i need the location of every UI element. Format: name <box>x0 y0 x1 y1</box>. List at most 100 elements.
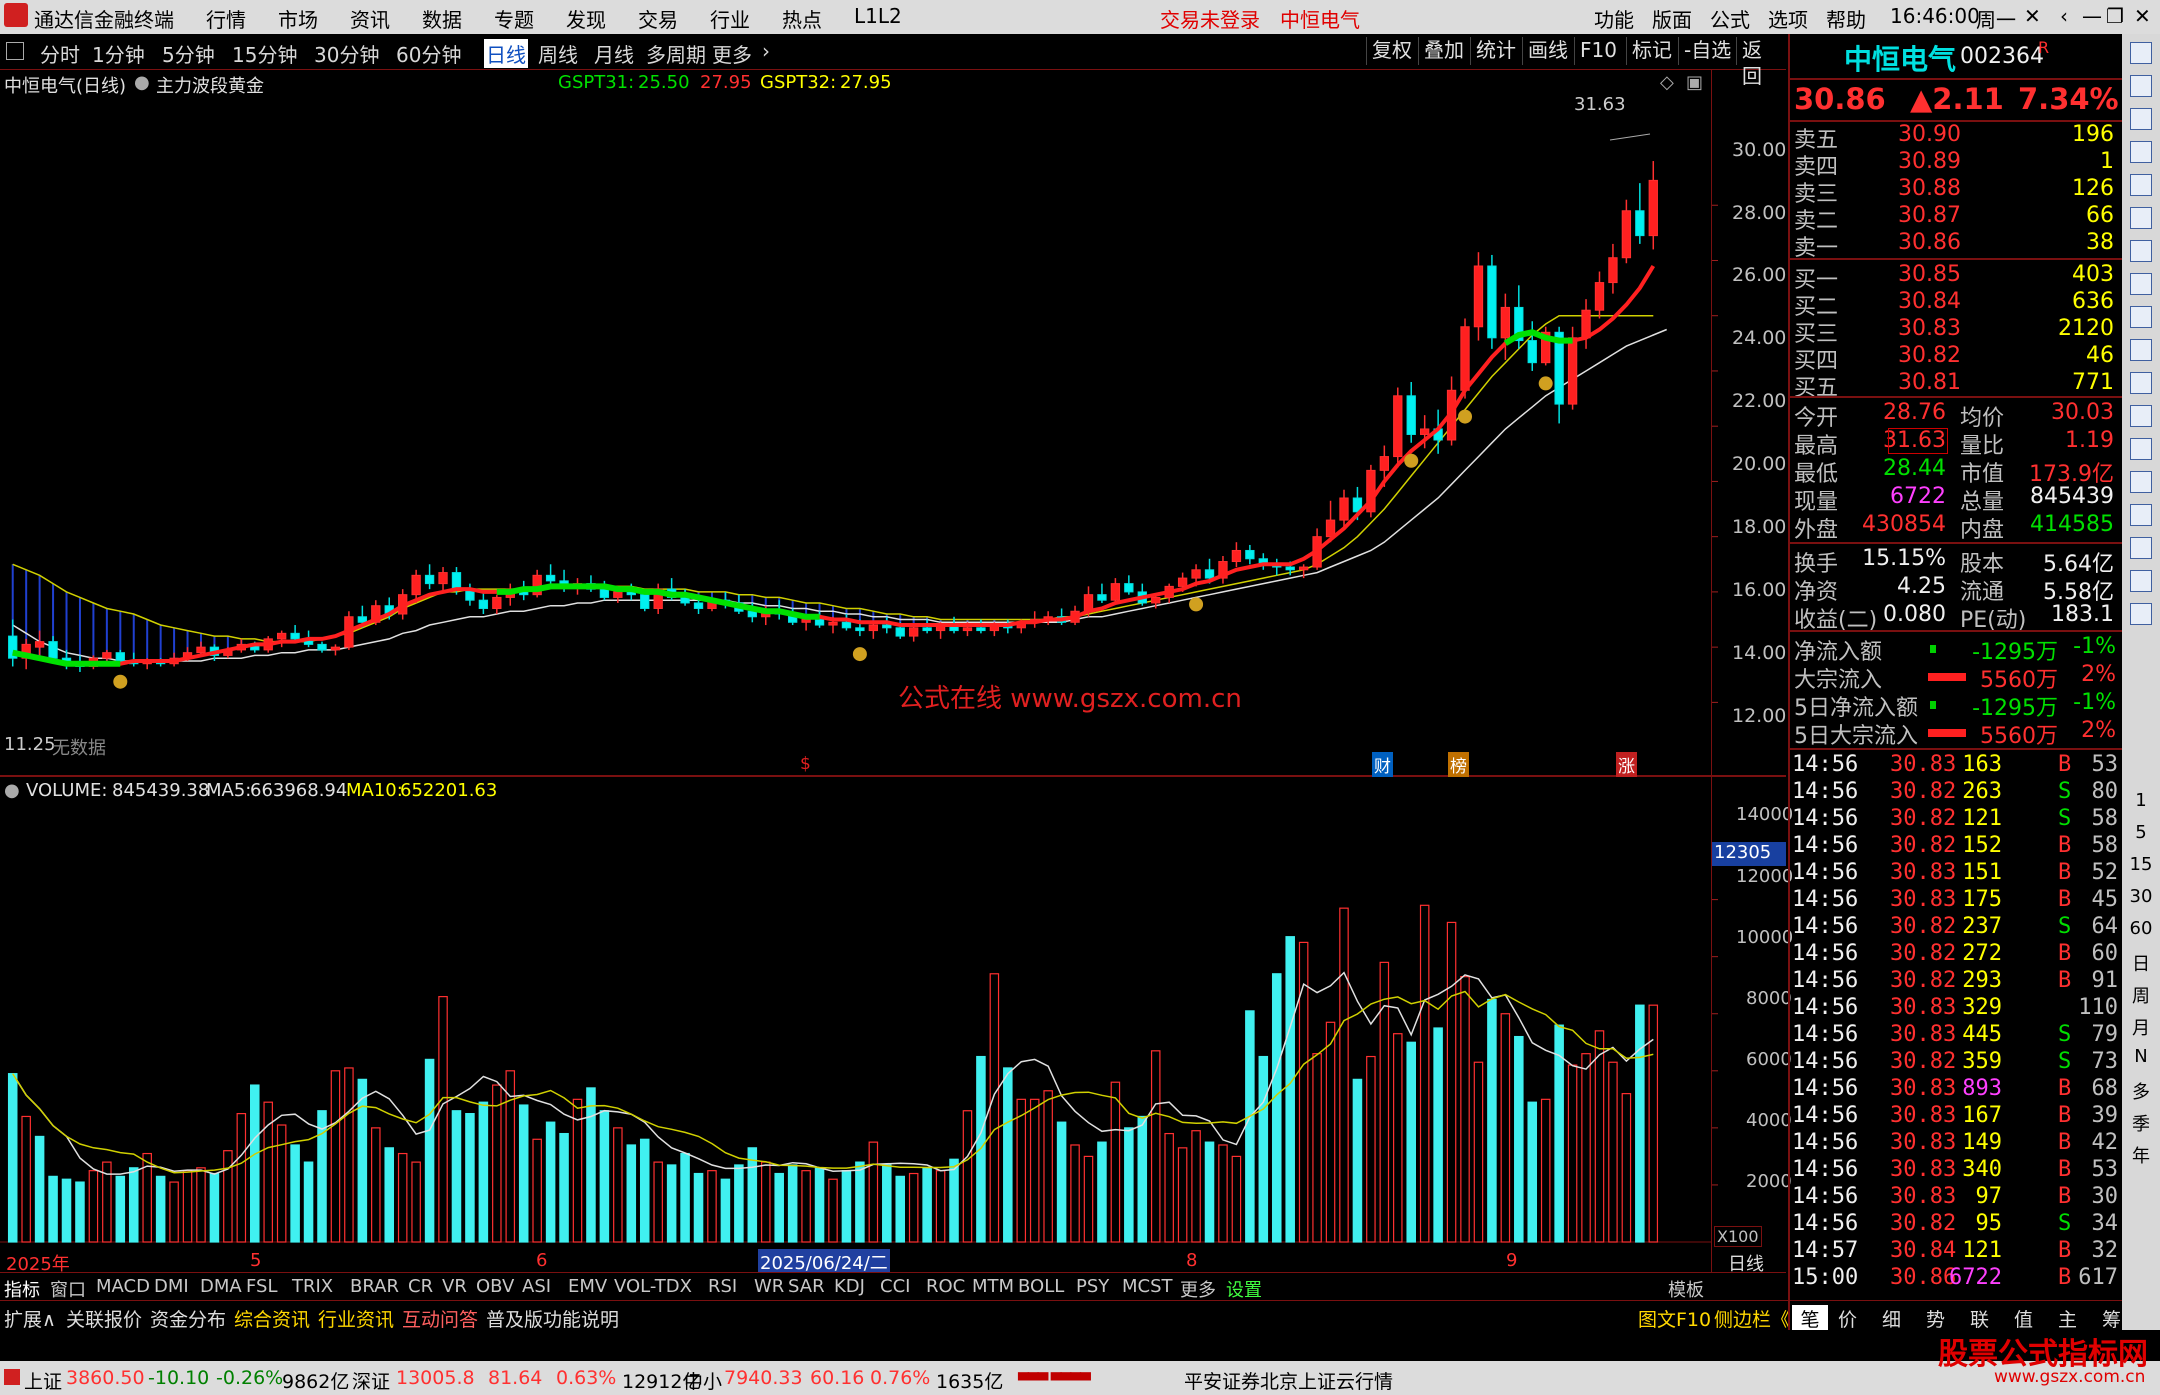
side-period-9[interactable]: 多 <box>2122 1078 2160 1104</box>
list-icon[interactable] <box>2130 174 2152 196</box>
indicator-tab[interactable]: KDJ <box>834 1276 865 1297</box>
tab-expand[interactable]: 扩展∧ <box>4 1305 56 1332</box>
menu-gongneng[interactable]: 功能 <box>1594 4 1634 33</box>
side-period-10[interactable]: 季 <box>2122 1110 2160 1136</box>
indicator-tab[interactable]: RSI <box>708 1276 737 1297</box>
kline-chart[interactable] <box>0 70 1786 1272</box>
close-small-icon[interactable]: ✕ <box>2024 4 2041 28</box>
period-1min[interactable]: 1分钟 <box>92 39 145 68</box>
period-daily[interactable]: 日线 <box>484 39 528 68</box>
marker-zhang[interactable]: 涨 <box>1616 752 1637 777</box>
period-60min[interactable]: 60分钟 <box>396 39 461 68</box>
chart-icon[interactable] <box>2130 108 2152 130</box>
side-period-0[interactable]: 1 <box>2122 790 2160 811</box>
chevron-right-icon[interactable]: › <box>762 39 770 63</box>
indicator-tab[interactable]: CCI <box>880 1276 910 1297</box>
side-period-2[interactable]: 15 <box>2122 854 2160 875</box>
toolbar-f10[interactable]: F10 <box>1574 37 1622 65</box>
indicator-tab[interactable]: VR <box>442 1276 467 1297</box>
buy-marker[interactable] <box>113 674 128 689</box>
period-fenshi[interactable]: 分时 <box>40 39 80 68</box>
period-30min[interactable]: 30分钟 <box>314 39 379 68</box>
tab-sidebar[interactable]: 侧边栏《 <box>1714 1305 1790 1332</box>
buy-marker[interactable] <box>1404 453 1419 468</box>
menu-bangzhu[interactable]: 帮助 <box>1826 4 1866 33</box>
indicator-tab[interactable]: VOL-TDX <box>614 1276 692 1297</box>
circle-icon[interactable] <box>2130 405 2152 427</box>
marker-bang[interactable]: 榜 <box>1448 752 1469 777</box>
f2-icon[interactable] <box>2130 372 2152 394</box>
menu-zixun[interactable]: 资讯 <box>350 4 390 33</box>
menu-jiaoyi[interactable]: 交易 <box>638 4 678 33</box>
indicator-tab[interactable]: ROC <box>926 1276 965 1297</box>
line-icon[interactable] <box>2130 207 2152 229</box>
back-arrow-icon[interactable]: ‹ <box>2060 4 2068 28</box>
indicator-tab[interactable]: 窗口 <box>50 1276 86 1302</box>
menu-shichang[interactable]: 市场 <box>278 4 318 33</box>
side-period-8[interactable]: N <box>2122 1046 2160 1067</box>
tab-f10[interactable]: 图文F10 <box>1638 1305 1711 1332</box>
bar-icon[interactable] <box>2130 240 2152 262</box>
buy-marker[interactable] <box>1189 597 1204 612</box>
indicator-tab[interactable]: CR <box>408 1276 433 1297</box>
broker-name[interactable]: 平安证券北京上证云行情 <box>1184 1367 1393 1394</box>
indicator-tab[interactable]: OBV <box>476 1276 514 1297</box>
indicator-tab[interactable]: 设置 <box>1226 1276 1262 1302</box>
side-period-1[interactable]: 5 <box>2122 822 2160 843</box>
menu-l1l2[interactable]: L1L2 <box>854 4 902 28</box>
panel-toggle-icon[interactable] <box>6 42 24 60</box>
toolbar-tongji[interactable]: 统计 <box>1470 37 1521 65</box>
restore-icon[interactable]: ❐ <box>2106 4 2124 28</box>
indicator-tab[interactable]: MACD <box>96 1276 150 1297</box>
menu-zhuanti[interactable]: 专题 <box>494 4 534 33</box>
indicator-tab[interactable]: ASI <box>522 1276 551 1297</box>
tab-fund-distribution[interactable]: 资金分布 <box>150 1305 226 1332</box>
indicator-tab[interactable]: 模板 <box>1668 1276 1704 1302</box>
sz-label[interactable]: 深证 <box>352 1367 390 1394</box>
indicator-tab[interactable]: PSY <box>1076 1276 1109 1297</box>
side-period-6[interactable]: 周 <box>2122 982 2160 1008</box>
marker-cai[interactable]: 财 <box>1372 752 1393 777</box>
indicator-tab[interactable]: 指标 <box>4 1276 40 1302</box>
tab-related-quotes[interactable]: 关联报价 <box>66 1305 142 1332</box>
menu-banmian[interactable]: 版面 <box>1652 4 1692 33</box>
toolbar-biaoji[interactable]: 标记 <box>1626 37 1677 65</box>
indicator-tab[interactable]: 更多 <box>1180 1276 1216 1302</box>
f10-icon[interactable] <box>2130 306 2152 328</box>
indicator-tab[interactable]: FSL <box>246 1276 278 1297</box>
indicator-tab[interactable]: MCST <box>1122 1276 1173 1297</box>
period-monthly[interactable]: 月线 <box>594 39 634 68</box>
sh-label[interactable]: 上证 <box>24 1367 62 1394</box>
tab-general-news[interactable]: 综合资讯 <box>234 1305 310 1332</box>
move-icon[interactable] <box>2130 504 2152 526</box>
buy-marker[interactable] <box>1538 376 1553 391</box>
trade-login-status[interactable]: 交易未登录 <box>1160 4 1260 33</box>
period-5min[interactable]: 5分钟 <box>162 39 215 68</box>
period-weekly[interactable]: 周线 <box>538 39 578 68</box>
menu-gongshi[interactable]: 公式 <box>1710 4 1750 33</box>
menu-hangqing[interactable]: 行情 <box>206 4 246 33</box>
side-period-3[interactable]: 30 <box>2122 886 2160 907</box>
minimize-icon[interactable]: — <box>2082 4 2102 28</box>
heart-icon[interactable] <box>2130 438 2152 460</box>
period-more[interactable]: 更多 <box>712 39 752 68</box>
menu-xuanxiang[interactable]: 选项 <box>1768 4 1808 33</box>
doc-icon[interactable] <box>2130 339 2152 361</box>
pen-icon[interactable] <box>2130 537 2152 559</box>
buy-marker[interactable] <box>1458 409 1473 424</box>
side-period-4[interactable]: 60 <box>2122 918 2160 939</box>
close-icon[interactable]: ✕ <box>2134 4 2151 28</box>
indicator-tab[interactable]: EMV <box>568 1276 607 1297</box>
toolbar-zixuan[interactable]: -自选 <box>1678 37 1736 65</box>
tab-qa[interactable]: 互动问答 <box>402 1305 478 1332</box>
arrow-up-icon[interactable] <box>2130 42 2152 64</box>
menu-redian[interactable]: 热点 <box>782 4 822 33</box>
period-multi[interactable]: 多周期 <box>646 39 706 68</box>
indicator-tab[interactable]: BRAR <box>350 1276 399 1297</box>
side-period-5[interactable]: 日 <box>2122 950 2160 976</box>
indicator-tab[interactable]: SAR <box>788 1276 825 1297</box>
side-period-7[interactable]: 月 <box>2122 1014 2160 1040</box>
grid-icon[interactable] <box>2130 273 2152 295</box>
tab-industry-news[interactable]: 行业资讯 <box>318 1305 394 1332</box>
marker-dollar[interactable]: $ <box>800 754 811 774</box>
